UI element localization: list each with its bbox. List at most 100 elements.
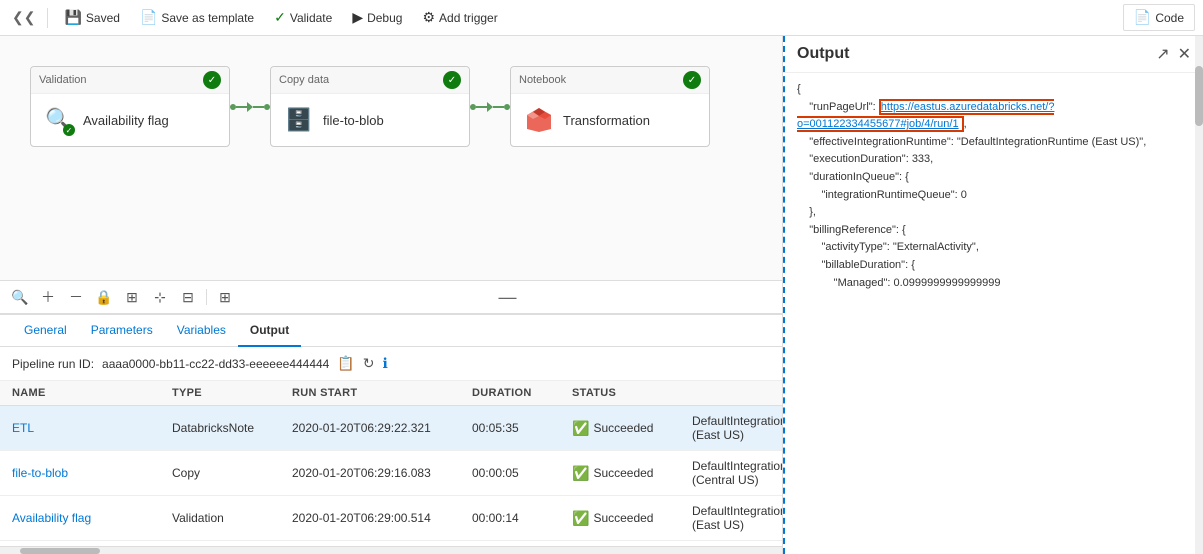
output-line-7: }, bbox=[797, 204, 1191, 222]
debug-label: Debug bbox=[367, 11, 402, 25]
activity-table: NAME TYPE RUN START DURATION STATUS ETL … bbox=[0, 381, 782, 546]
row-blob-duration: 00:00:05 bbox=[472, 466, 572, 480]
canvas-select-button[interactable]: ⊹ bbox=[148, 285, 172, 309]
activity-notebook-success: ✓ bbox=[683, 71, 701, 89]
output-runpageurl-link[interactable]: https://eastus.azuredatabricks.net/?o=00… bbox=[797, 101, 1054, 131]
validate-icon: ✓ bbox=[274, 9, 286, 26]
pipeline-canvas[interactable]: Validation ✓ 🔍 ✓ Availability flag bbox=[0, 36, 782, 280]
row-etl-duration: 00:05:35 bbox=[472, 421, 572, 435]
output-header: Output ↗ ✕ bbox=[785, 36, 1203, 73]
output-panel: Output ↗ ✕ { "runPageUrl": https://eastu… bbox=[783, 36, 1203, 554]
validate-button[interactable]: ✓ Validate bbox=[266, 5, 340, 30]
canvas-separator bbox=[206, 289, 207, 305]
activity-copy-data-name: file-to-blob bbox=[323, 113, 384, 128]
canvas-remove-button[interactable]: － bbox=[64, 285, 88, 309]
add-trigger-icon: ⚙ bbox=[422, 9, 435, 26]
canvas-add-button[interactable]: ＋ bbox=[36, 285, 60, 309]
col-actions bbox=[692, 387, 772, 399]
activity-copy-data[interactable]: Copy data ✓ 🗄️ file-to-blob bbox=[270, 66, 470, 147]
output-scrollbar[interactable] bbox=[1195, 36, 1203, 554]
add-trigger-button[interactable]: ⚙ Add trigger bbox=[414, 5, 505, 30]
row-etl-status-text: Succeeded bbox=[593, 421, 653, 435]
canvas-lock-button[interactable]: 🔒 bbox=[92, 285, 116, 309]
output-title: Output bbox=[797, 45, 849, 63]
canvas-area: Validation ✓ 🔍 ✓ Availability flag bbox=[0, 36, 783, 554]
activity-validation-header: Validation ✓ bbox=[31, 67, 229, 94]
scrollbar-thumb[interactable] bbox=[1195, 66, 1203, 126]
canvas-expand-button[interactable]: ⊟ bbox=[176, 285, 200, 309]
table-row[interactable]: file-to-blob Copy 2020-01-20T06:29:16.08… bbox=[0, 451, 782, 496]
col-type: TYPE bbox=[172, 387, 292, 399]
row-etl-name[interactable]: ETL bbox=[12, 421, 172, 435]
hscrollbar-thumb[interactable] bbox=[20, 548, 100, 554]
output-line-1: { bbox=[797, 81, 1191, 99]
row-avail-type: Validation bbox=[172, 511, 292, 525]
status-success-icon: ✅ bbox=[572, 420, 589, 437]
row-avail-runstart: 2020-01-20T06:29:00.514 bbox=[292, 511, 472, 525]
row-blob-runstart: 2020-01-20T06:29:16.083 bbox=[292, 466, 472, 480]
run-id-label: Pipeline run ID: bbox=[12, 357, 94, 371]
tabs-bar: General Parameters Variables Output bbox=[0, 315, 782, 347]
saved-icon: 💾 bbox=[64, 9, 81, 26]
run-refresh-icon[interactable]: ↻ bbox=[363, 355, 375, 372]
activity-validation-icon: 🔍 ✓ bbox=[43, 104, 75, 136]
activity-copy-data-body: 🗄️ file-to-blob bbox=[271, 94, 469, 146]
row-blob-runtime: DefaultIntegrationRuntime (Central US) bbox=[692, 459, 782, 487]
activity-copy-data-icon: 🗄️ bbox=[283, 104, 315, 136]
activity-notebook-icon bbox=[523, 104, 555, 136]
tab-output[interactable]: Output bbox=[238, 315, 301, 347]
row-avail-name[interactable]: Availability flag bbox=[12, 511, 172, 525]
run-id-copy-icon[interactable]: 📋 bbox=[337, 355, 354, 372]
debug-button[interactable]: ▶ Debug bbox=[344, 5, 410, 30]
activity-notebook-body: Transformation bbox=[511, 94, 709, 146]
canvas-toolbar: 🔍 ＋ － 🔒 ⊞ ⊹ ⊟ ⊞ — bbox=[0, 280, 782, 314]
chevron-left-icon[interactable]: ❮❮ bbox=[8, 5, 39, 30]
output-line-10: "billableDuration": { bbox=[797, 257, 1191, 275]
main-area: Validation ✓ 🔍 ✓ Availability flag bbox=[0, 36, 1203, 554]
row-blob-name[interactable]: file-to-blob bbox=[12, 466, 172, 480]
output-expand-button[interactable]: ↗ bbox=[1156, 44, 1169, 64]
table-row[interactable]: ETL DatabricksNote 2020-01-20T06:29:22.3… bbox=[0, 406, 782, 451]
row-avail-duration: 00:00:14 bbox=[472, 511, 572, 525]
output-line-3: "effectiveIntegrationRuntime": "DefaultI… bbox=[797, 134, 1191, 152]
activities-row: Validation ✓ 🔍 ✓ Availability flag bbox=[30, 66, 762, 147]
bottom-panel: General Parameters Variables Output Pipe… bbox=[0, 314, 782, 554]
row-etl-runstart: 2020-01-20T06:29:22.321 bbox=[292, 421, 472, 435]
tab-variables[interactable]: Variables bbox=[165, 315, 238, 347]
col-status: STATUS bbox=[572, 387, 692, 399]
row-etl-status: ✅ Succeeded bbox=[572, 420, 692, 437]
row-avail-status: ✅ Succeeded bbox=[572, 510, 692, 527]
code-button[interactable]: 📄 Code bbox=[1123, 4, 1195, 31]
toolbar-separator-1 bbox=[47, 8, 48, 28]
col-duration: DURATION bbox=[472, 387, 572, 399]
row-blob-status-text: Succeeded bbox=[593, 466, 653, 480]
run-id-value: aaaa0000-bb11-cc22-dd33-eeeeee444444 bbox=[102, 357, 329, 371]
table-row[interactable]: Availability flag Validation 2020-01-20T… bbox=[0, 496, 782, 541]
output-line-6: "integrationRuntimeQueue": 0 bbox=[797, 187, 1191, 205]
status-success-icon-2: ✅ bbox=[572, 465, 589, 482]
col-name: NAME bbox=[12, 387, 172, 399]
output-line-11: "Managed": 0.0999999999999999 bbox=[797, 275, 1191, 293]
row-etl-type: DatabricksNote bbox=[172, 421, 292, 435]
debug-icon: ▶ bbox=[352, 9, 363, 26]
saved-button[interactable]: 💾 Saved bbox=[56, 5, 127, 30]
add-trigger-label: Add trigger bbox=[439, 11, 498, 25]
tab-general[interactable]: General bbox=[12, 315, 79, 347]
canvas-fit-button[interactable]: ⊞ bbox=[120, 285, 144, 309]
canvas-search-button[interactable]: 🔍 bbox=[8, 285, 32, 309]
saved-label: Saved bbox=[86, 11, 120, 25]
canvas-group-button[interactable]: ⊞ bbox=[213, 285, 237, 309]
activity-notebook[interactable]: Notebook ✓ Transformation bbox=[510, 66, 710, 147]
horizontal-scrollbar[interactable] bbox=[0, 546, 782, 554]
output-line-9: "activityType": "ExternalActivity", bbox=[797, 239, 1191, 257]
row-etl-runtime: DefaultIntegrationRuntime (East US) bbox=[692, 414, 782, 442]
row-avail-status-text: Succeeded bbox=[593, 511, 653, 525]
activity-copy-data-type: Copy data bbox=[279, 74, 329, 86]
activity-validation[interactable]: Validation ✓ 🔍 ✓ Availability flag bbox=[30, 66, 230, 147]
row-blob-status: ✅ Succeeded bbox=[572, 465, 692, 482]
output-close-button[interactable]: ✕ bbox=[1178, 44, 1191, 64]
tab-parameters[interactable]: Parameters bbox=[79, 315, 165, 347]
activity-validation-body: 🔍 ✓ Availability flag bbox=[31, 94, 229, 146]
save-template-button[interactable]: 📄 Save as template bbox=[132, 5, 262, 30]
run-info-icon[interactable]: ℹ bbox=[383, 355, 388, 372]
